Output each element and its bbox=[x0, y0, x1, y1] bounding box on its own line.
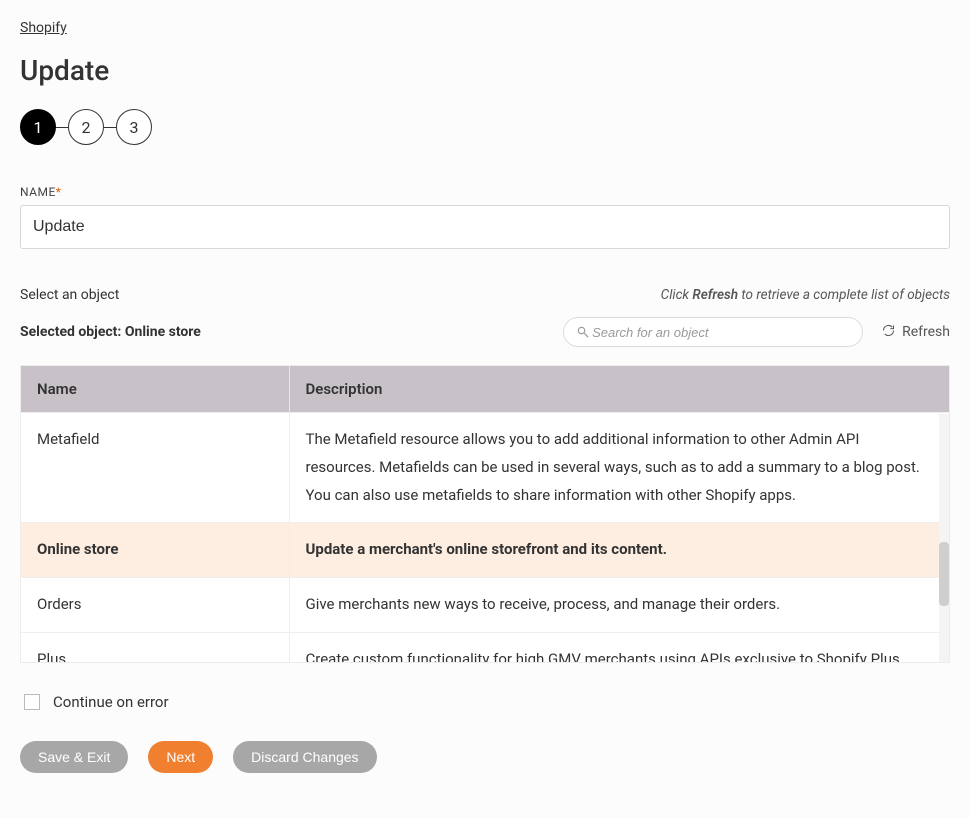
table-row[interactable]: OrdersGive merchants new ways to receive… bbox=[21, 578, 949, 633]
selected-object-text: Selected object: Online store bbox=[20, 324, 201, 340]
next-button[interactable]: Next bbox=[148, 741, 213, 773]
name-input[interactable] bbox=[20, 205, 950, 249]
step-1[interactable]: 1 bbox=[20, 109, 56, 145]
continue-on-error-checkbox[interactable] bbox=[24, 694, 40, 710]
selected-value: Online store bbox=[125, 324, 201, 340]
helper-pre: Click bbox=[661, 287, 693, 303]
object-table-wrap: Name Description MetafieldThe Metafield … bbox=[20, 365, 950, 663]
step-2[interactable]: 2 bbox=[68, 109, 104, 145]
name-label-text: NAME bbox=[20, 185, 56, 199]
table-row[interactable]: MetafieldThe Metafield resource allows y… bbox=[21, 413, 949, 523]
search-box[interactable] bbox=[563, 317, 863, 347]
required-marker: * bbox=[56, 185, 62, 199]
cell-name: Online store bbox=[21, 523, 289, 578]
table-row[interactable]: Online storeUpdate a merchant's online s… bbox=[21, 523, 949, 578]
step-separator bbox=[56, 127, 68, 128]
step-3[interactable]: 3 bbox=[116, 109, 152, 145]
step-separator bbox=[104, 127, 116, 128]
search-input[interactable] bbox=[590, 324, 850, 341]
search-icon bbox=[576, 325, 590, 339]
continue-on-error-label: Continue on error bbox=[53, 693, 169, 711]
object-table: Name Description MetafieldThe Metafield … bbox=[21, 366, 949, 663]
refresh-button[interactable]: Refresh bbox=[881, 323, 950, 342]
cell-name: Plus bbox=[21, 632, 289, 663]
helper-post: to retrieve a complete list of objects bbox=[738, 287, 950, 303]
page-title: Update bbox=[20, 54, 950, 87]
cell-description: Create custom functionality for high GMV… bbox=[289, 632, 949, 663]
save-exit-button[interactable]: Save & Exit bbox=[20, 741, 128, 773]
continue-on-error-row[interactable]: Continue on error bbox=[20, 691, 950, 713]
cell-name: Metafield bbox=[21, 413, 289, 523]
refresh-label: Refresh bbox=[902, 324, 950, 340]
cell-description: The Metafield resource allows you to add… bbox=[289, 413, 949, 523]
cell-name: Orders bbox=[21, 578, 289, 633]
column-header-name[interactable]: Name bbox=[21, 366, 289, 413]
breadcrumb-shopify[interactable]: Shopify bbox=[20, 20, 67, 36]
column-header-description[interactable]: Description bbox=[289, 366, 949, 413]
helper-strong: Refresh bbox=[692, 287, 738, 303]
selected-prefix: Selected object: bbox=[20, 324, 125, 340]
refresh-helper-text: Click Refresh to retrieve a complete lis… bbox=[661, 287, 950, 303]
stepper: 1 2 3 bbox=[20, 109, 950, 145]
refresh-icon bbox=[881, 323, 896, 342]
select-object-heading: Select an object bbox=[20, 287, 119, 303]
cell-description: Update a merchant's online storefront an… bbox=[289, 523, 949, 578]
discard-changes-button[interactable]: Discard Changes bbox=[233, 741, 376, 773]
table-row[interactable]: PlusCreate custom functionality for high… bbox=[21, 632, 949, 663]
name-label: NAME* bbox=[20, 185, 950, 199]
cell-description: Give merchants new ways to receive, proc… bbox=[289, 578, 949, 633]
scrollbar-track[interactable] bbox=[939, 414, 949, 662]
scrollbar-thumb[interactable] bbox=[939, 542, 949, 606]
